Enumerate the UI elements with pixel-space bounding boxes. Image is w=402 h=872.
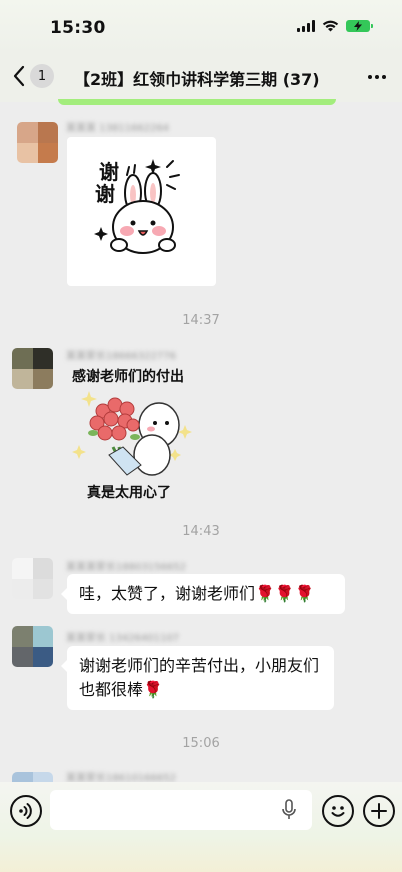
sticker-message[interactable]: 谢 谢 [67, 137, 216, 286]
sender-name: 某某家长 13426401107 [66, 633, 180, 644]
chevron-left-icon [13, 65, 25, 87]
sticker-text: 谢 [95, 182, 115, 206]
plus-icon [371, 803, 387, 819]
status-icons [297, 20, 373, 32]
sticker-caption-bottom: 真是太用心了 [87, 484, 171, 501]
time-divider: 14:37 [182, 313, 220, 328]
microphone-icon[interactable] [281, 799, 297, 821]
back-button[interactable]: 1 [12, 64, 54, 88]
chat-message-list[interactable]: 某某某 13811662264 谢 谢 14:37 某某家长1866632277… [0, 105, 402, 782]
time-divider: 15:06 [182, 736, 220, 751]
more-functions-button[interactable] [363, 795, 395, 827]
avatar[interactable] [17, 122, 58, 163]
message-bubble[interactable]: 谢谢老师们的辛苦付出，小朋友们也都很棒🌹 [61, 646, 334, 710]
more-options-button[interactable] [368, 66, 386, 88]
status-bar: 15:30 [0, 0, 402, 54]
voice-icon [19, 803, 32, 819]
unread-badge: 1 [30, 64, 54, 88]
bunny-thanks-sticker: 谢 谢 [94, 159, 180, 254]
sticker-message[interactable]: 感谢老师们的付出 真是太用心了 [67, 363, 207, 503]
sticker-text: 谢 [99, 160, 119, 184]
signal-icon [297, 20, 315, 32]
sender-name: 某某家长18666322776 [66, 351, 176, 362]
avatar[interactable] [12, 558, 53, 599]
avatar[interactable] [12, 348, 53, 389]
more-icon [368, 75, 372, 79]
message-text: 谢谢老师们的辛苦付出，小朋友们也都很棒🌹 [79, 656, 320, 699]
message-bubble[interactable]: 哇，太赞了，谢谢老师们🌹🌹🌹 [61, 574, 345, 614]
chat-header: 1 【2班】红领巾讲科学第三期 (37) [0, 54, 402, 102]
input-bar [0, 782, 402, 872]
sender-name: 某某某 13811662264 [66, 123, 170, 134]
avatar[interactable] [12, 772, 53, 782]
battery-icon [346, 20, 373, 32]
time-divider: 14:43 [182, 524, 220, 539]
status-time: 15:30 [50, 18, 106, 38]
sender-name: 某某家长18610166652 [66, 773, 176, 782]
emoji-button[interactable] [322, 795, 354, 827]
emoji-icon [331, 806, 345, 817]
avatar[interactable] [12, 626, 53, 667]
sticker-caption-top: 感谢老师们的付出 [72, 368, 184, 385]
message-input[interactable] [50, 790, 312, 830]
message-text: 哇，太赞了，谢谢老师们🌹🌹🌹 [79, 584, 315, 603]
dog-flowers-sticker: 感谢老师们的付出 真是太用心了 [72, 368, 192, 501]
wifi-icon [322, 20, 339, 32]
chat-title: 【2班】红领巾讲科学第三期 (37) [74, 70, 320, 89]
voice-button[interactable] [10, 795, 42, 827]
sender-name: 某某某家长18803156652 [66, 562, 186, 573]
